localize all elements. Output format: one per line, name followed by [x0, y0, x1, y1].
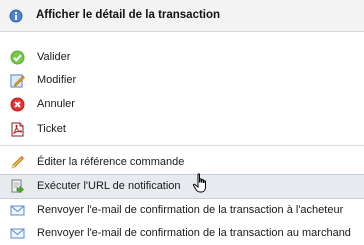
- menu-item-run-notification-url[interactable]: Exécuter l'URL de notification: [0, 174, 364, 199]
- run-script-icon: [11, 179, 24, 194]
- pdf-icon: [11, 122, 24, 137]
- transaction-context-menu: Afficher le détail de la transaction Val…: [0, 0, 364, 242]
- email-icon: [10, 228, 25, 239]
- menu-item-label: Renvoyer l'e-mail de confirmation de la …: [37, 204, 344, 216]
- info-icon: [9, 9, 23, 23]
- menu-item-cancel[interactable]: Annuler: [0, 93, 364, 116]
- pencil-icon: [11, 156, 24, 169]
- menu-item-label: Ticket: [37, 123, 66, 135]
- menu-divider: [0, 145, 364, 146]
- menu-item-validate[interactable]: Valider: [0, 46, 364, 69]
- menu-item-label: Valider: [37, 51, 71, 63]
- menu-item-resend-email-buyer[interactable]: Renvoyer l'e-mail de confirmation de la …: [0, 199, 364, 222]
- menu-item-label: Afficher le détail de la transaction: [36, 9, 221, 21]
- menu-item-label: Renvoyer l'e-mail de confirmation de la …: [37, 227, 351, 239]
- menu-item-edit-order-reference[interactable]: Éditer la référence commande: [0, 151, 364, 174]
- menu-item-ticket[interactable]: Ticket: [0, 118, 364, 141]
- menu-item-label: Exécuter l'URL de notification: [37, 180, 181, 192]
- menu-item-label: Annuler: [37, 98, 75, 110]
- menu-item-modify[interactable]: Modifier: [0, 69, 364, 92]
- menu-item-transaction-details[interactable]: Afficher le détail de la transaction: [0, 0, 364, 32]
- cancel-icon: [10, 97, 25, 112]
- menu-item-label: Modifier: [37, 74, 77, 86]
- edit-icon: [10, 74, 25, 88]
- hand-pointer-cursor-icon: [192, 173, 206, 193]
- email-icon: [10, 205, 25, 216]
- check-icon: [10, 50, 25, 65]
- menu-item-label: Éditer la référence commande: [37, 156, 185, 168]
